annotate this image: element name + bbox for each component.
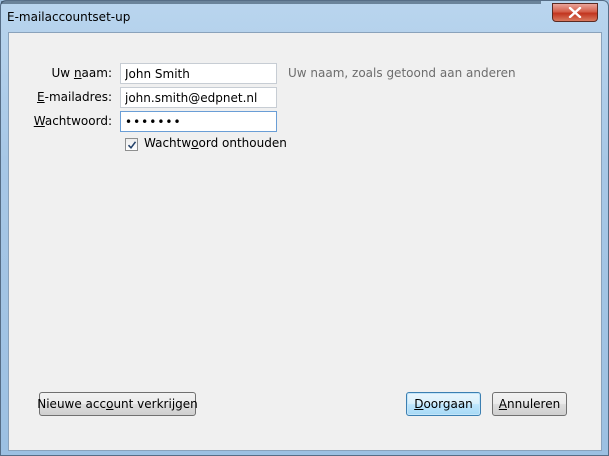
close-x-icon <box>568 7 582 18</box>
continue-button[interactable]: Doorgaan <box>406 392 481 416</box>
password-input[interactable] <box>120 111 277 132</box>
password-label: Wachtwoord: <box>33 114 112 128</box>
email-input[interactable] <box>120 87 277 108</box>
close-button[interactable] <box>552 3 598 22</box>
name-label: Uw naam: <box>51 66 112 80</box>
remember-password-checkbox[interactable] <box>125 138 138 151</box>
checkmark-icon <box>127 141 137 150</box>
remember-password-label: Wachtwoord onthouden <box>144 136 287 150</box>
name-input[interactable] <box>120 63 277 84</box>
email-label: E-mailadres: <box>37 90 112 104</box>
window-title: E-mailaccountset-up <box>7 10 131 24</box>
title-bar[interactable]: E-mailaccountset-up <box>1 1 608 31</box>
cancel-button[interactable]: Annuleren <box>492 392 567 416</box>
dialog-content: Uw naam: Uw naam, zoals getoond aan ande… <box>8 32 602 451</box>
get-new-account-button[interactable]: Nieuwe acc o unt verkrijgen <box>37 392 198 416</box>
name-hint: Uw naam, zoals getoond aan anderen <box>288 66 516 80</box>
dialog-window: E-mailaccountset-up Uw naam: Uw naam, zo… <box>0 0 609 456</box>
